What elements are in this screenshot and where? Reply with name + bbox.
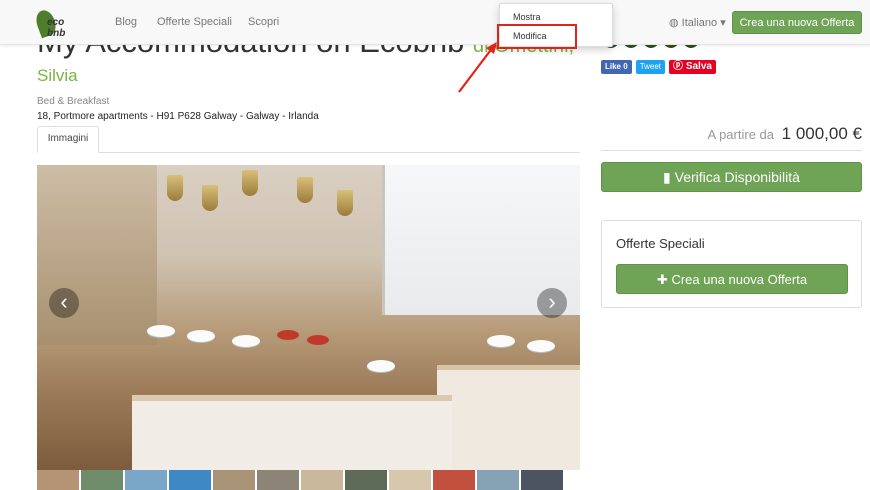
thumbnail[interactable] [213,470,255,490]
thumbnail[interactable] [169,470,211,490]
photo-lamp [167,175,183,201]
photo-wall [37,165,157,345]
thumbnail-strip [37,470,580,490]
ecobnb-logo[interactable]: eco bnb [33,7,79,39]
divider [601,150,862,151]
menu-item-show[interactable]: Mostra [513,12,541,22]
facebook-like-button[interactable]: Like 0 [601,60,632,74]
photo-dish [187,330,215,342]
photo-dish [487,335,515,347]
thumbnail[interactable] [125,470,167,490]
pinterest-save-button[interactable]: ⓟ Salva [669,60,716,74]
photo-dish [232,335,260,347]
language-label: Italiano [681,17,718,29]
nav-link-discover[interactable]: Scopri [248,16,279,28]
globe-icon: ◍ [669,17,679,29]
navbar: eco bnb Blog Offerte Speciali Scopri ◍ I… [0,0,870,45]
photo-carousel[interactable]: ‹ › [37,165,580,470]
carousel-next-button[interactable]: › [537,288,567,318]
listing-tabs: Immagini [37,126,580,153]
plus-icon: ✚ [656,272,668,287]
tweet-button[interactable]: Tweet [635,60,666,74]
thumbnail[interactable] [257,470,299,490]
tab-images[interactable]: Immagini [37,126,99,153]
language-selector[interactable]: ◍ Italiano ▾ [669,16,726,29]
thumbnail[interactable] [521,470,563,490]
pinterest-save-label: Salva [685,61,712,72]
photo-lamp [202,185,218,211]
special-offers-panel: Offerte Speciali ✚ Crea una nuova Offert… [601,220,862,308]
photo-lamp [337,190,353,216]
thumbnail[interactable] [81,470,123,490]
create-offer-button[interactable]: ✚ Crea una nuova Offerta [616,264,848,294]
photo-dish [147,325,175,337]
photo-dish [367,360,395,372]
price-amount: 1 000,00 € [781,124,862,143]
thumbnail[interactable] [345,470,387,490]
check-availability-button[interactable]: ▮ Verifica Disponibilità [601,162,862,192]
thumbnail[interactable] [433,470,475,490]
carousel-prev-button[interactable]: ‹ [49,288,79,318]
listing-host[interactable]: Silvia [37,66,78,86]
photo-dish [527,340,555,352]
highlight-box [497,24,577,49]
pinterest-icon: ⓟ [673,61,684,72]
photo-counter [132,395,452,470]
logo-text: eco bnb [47,17,66,39]
nav-link-blog[interactable]: Blog [115,16,137,28]
create-offer-label: Crea una nuova Offerta [671,272,808,287]
book-icon: ▮ [663,169,671,185]
check-availability-label: Verifica Disponibilità [674,169,800,185]
photo-counter-right [437,365,580,470]
photo-lamp [297,177,313,203]
property-type: Bed & Breakfast [37,96,110,107]
thumbnail[interactable] [477,470,519,490]
photo-lamp [242,170,258,196]
nav-create-offer-button[interactable]: Crea una nuova Offerta [732,11,862,34]
caret-down-icon: ▾ [720,17,726,29]
photo-fruit [277,330,299,340]
thumbnail[interactable] [37,470,79,490]
property-address: 18, Portmore apartments - H91 P628 Galwa… [37,111,319,122]
thumbnail[interactable] [301,470,343,490]
thumbnail[interactable] [389,470,431,490]
photo-fruit [307,335,329,345]
price: A partire da 1 000,00 € [708,124,862,144]
social-buttons: Like 0 Tweet ⓟ Salva [601,60,716,74]
price-prefix: A partire da [707,127,775,142]
nav-link-special-offers[interactable]: Offerte Speciali [157,16,232,28]
special-offers-title: Offerte Speciali [616,236,705,251]
